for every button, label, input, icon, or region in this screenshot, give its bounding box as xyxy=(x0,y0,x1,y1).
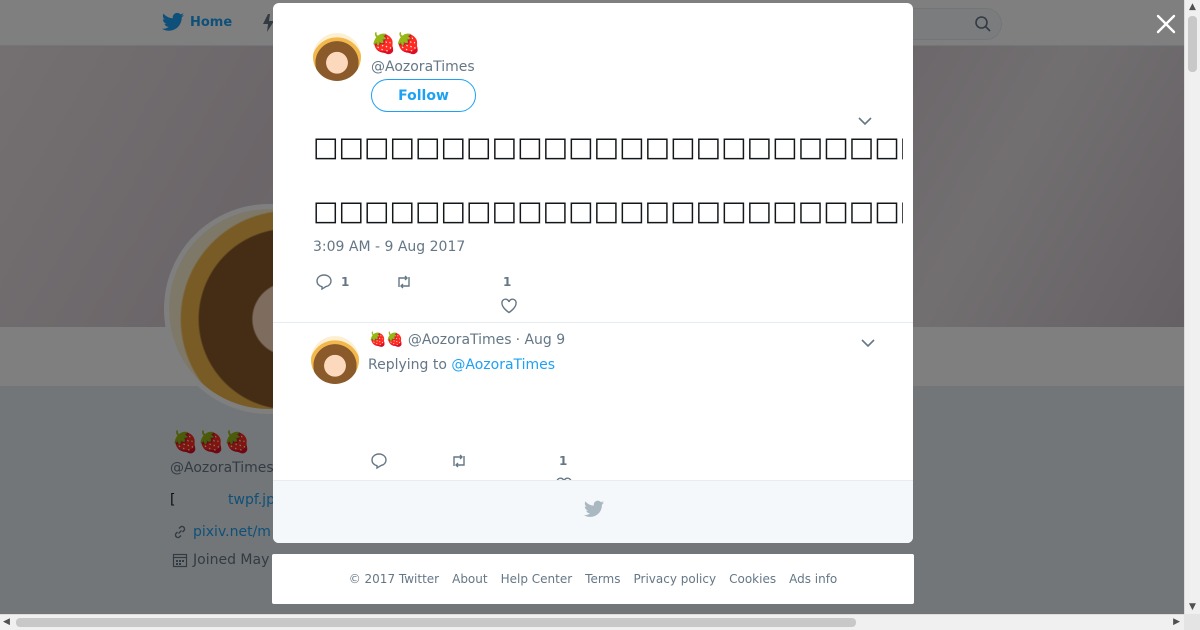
reply-author-handle[interactable]: @AozoraTimes xyxy=(408,332,512,348)
tweet-permalink-modal: 🍓🍓 @AozoraTimes Follow □□□□□□□□□□□□□□□□□… xyxy=(273,3,913,543)
footer-copyright: © 2017 Twitter xyxy=(348,572,440,586)
modal-footer xyxy=(273,480,913,543)
follow-button[interactable]: Follow xyxy=(371,79,476,112)
reply-retweet-button[interactable] xyxy=(450,452,468,470)
reply-icon xyxy=(371,453,387,470)
replying-to-prefix: Replying to xyxy=(368,357,447,373)
reply-button[interactable]: 1 xyxy=(315,273,349,291)
footer-link-privacy-policy[interactable]: Privacy policy xyxy=(634,572,717,586)
footer-link-about[interactable]: About xyxy=(452,572,487,586)
footer-link-cookies[interactable]: Cookies xyxy=(729,572,776,586)
scroll-up-arrow-icon[interactable]: ▲ xyxy=(1189,2,1196,12)
tweet-author-handle[interactable]: @AozoraTimes xyxy=(371,59,475,75)
horizontal-scrollbar[interactable]: ◀ ▶ xyxy=(0,614,1200,630)
reply-date[interactable]: · Aug 9 xyxy=(516,332,566,348)
close-modal-button[interactable] xyxy=(1154,12,1178,36)
tweet-author-avatar[interactable] xyxy=(313,33,361,81)
replying-to: Replying to @AozoraTimes xyxy=(368,357,555,373)
reply-count: 1 xyxy=(341,275,350,289)
scroll-left-arrow-icon[interactable]: ◀ xyxy=(3,617,10,627)
tweet-author-name[interactable]: 🍓🍓 xyxy=(371,31,421,55)
reply-author-avatar[interactable] xyxy=(311,336,359,384)
reply-header: 🍓🍓 @AozoraTimes · Aug 9 xyxy=(369,332,565,348)
retweet-icon xyxy=(398,275,410,289)
tweet-timestamp[interactable]: 3:09 AM - 9 Aug 2017 xyxy=(313,239,465,255)
divider xyxy=(273,322,913,323)
site-footer: © 2017 Twitter About Help Center Terms P… xyxy=(272,554,914,604)
footer-link-help-center[interactable]: Help Center xyxy=(501,572,573,586)
vertical-scrollbar[interactable]: ▲ ▼ xyxy=(1184,0,1200,614)
chevron-down-icon xyxy=(858,117,872,126)
reply-like-count: 1 xyxy=(559,454,568,468)
footer-link-ads-info[interactable]: Ads info xyxy=(789,572,837,586)
vertical-scroll-thumb[interactable] xyxy=(1188,16,1197,72)
twitter-bird-icon xyxy=(584,500,604,517)
reply-more-options[interactable] xyxy=(861,338,875,348)
retweet-button[interactable] xyxy=(395,273,413,291)
reply-icon xyxy=(316,274,332,291)
like-count: 1 xyxy=(503,275,512,289)
horizontal-scroll-thumb[interactable] xyxy=(16,618,856,627)
reply-reply-button[interactable] xyxy=(370,452,388,470)
retweet-icon xyxy=(453,454,465,468)
replying-to-link[interactable]: @AozoraTimes xyxy=(451,357,555,373)
tweet-text-line: □□□□□□□□□□□□□□□□□□□□□□□□□□□□□□□□□□□□□□□□… xyxy=(313,196,903,227)
heart-icon xyxy=(501,298,517,314)
like-button[interactable] xyxy=(500,297,518,315)
footer-link-terms[interactable]: Terms xyxy=(585,572,620,586)
chevron-down-icon xyxy=(861,339,875,348)
scroll-down-arrow-icon[interactable]: ▼ xyxy=(1189,602,1196,612)
close-icon xyxy=(1156,14,1176,34)
tweet-text-line: □□□□□□□□□□□□□□□□□□□□□□□□□□□□□□□□□□□□2□□□… xyxy=(313,132,903,163)
scrollbar-corner xyxy=(1184,614,1200,630)
scroll-right-arrow-icon[interactable]: ▶ xyxy=(1173,617,1180,627)
reply-author-name[interactable]: 🍓🍓 xyxy=(369,332,404,348)
tweet-more-options[interactable] xyxy=(858,116,872,126)
